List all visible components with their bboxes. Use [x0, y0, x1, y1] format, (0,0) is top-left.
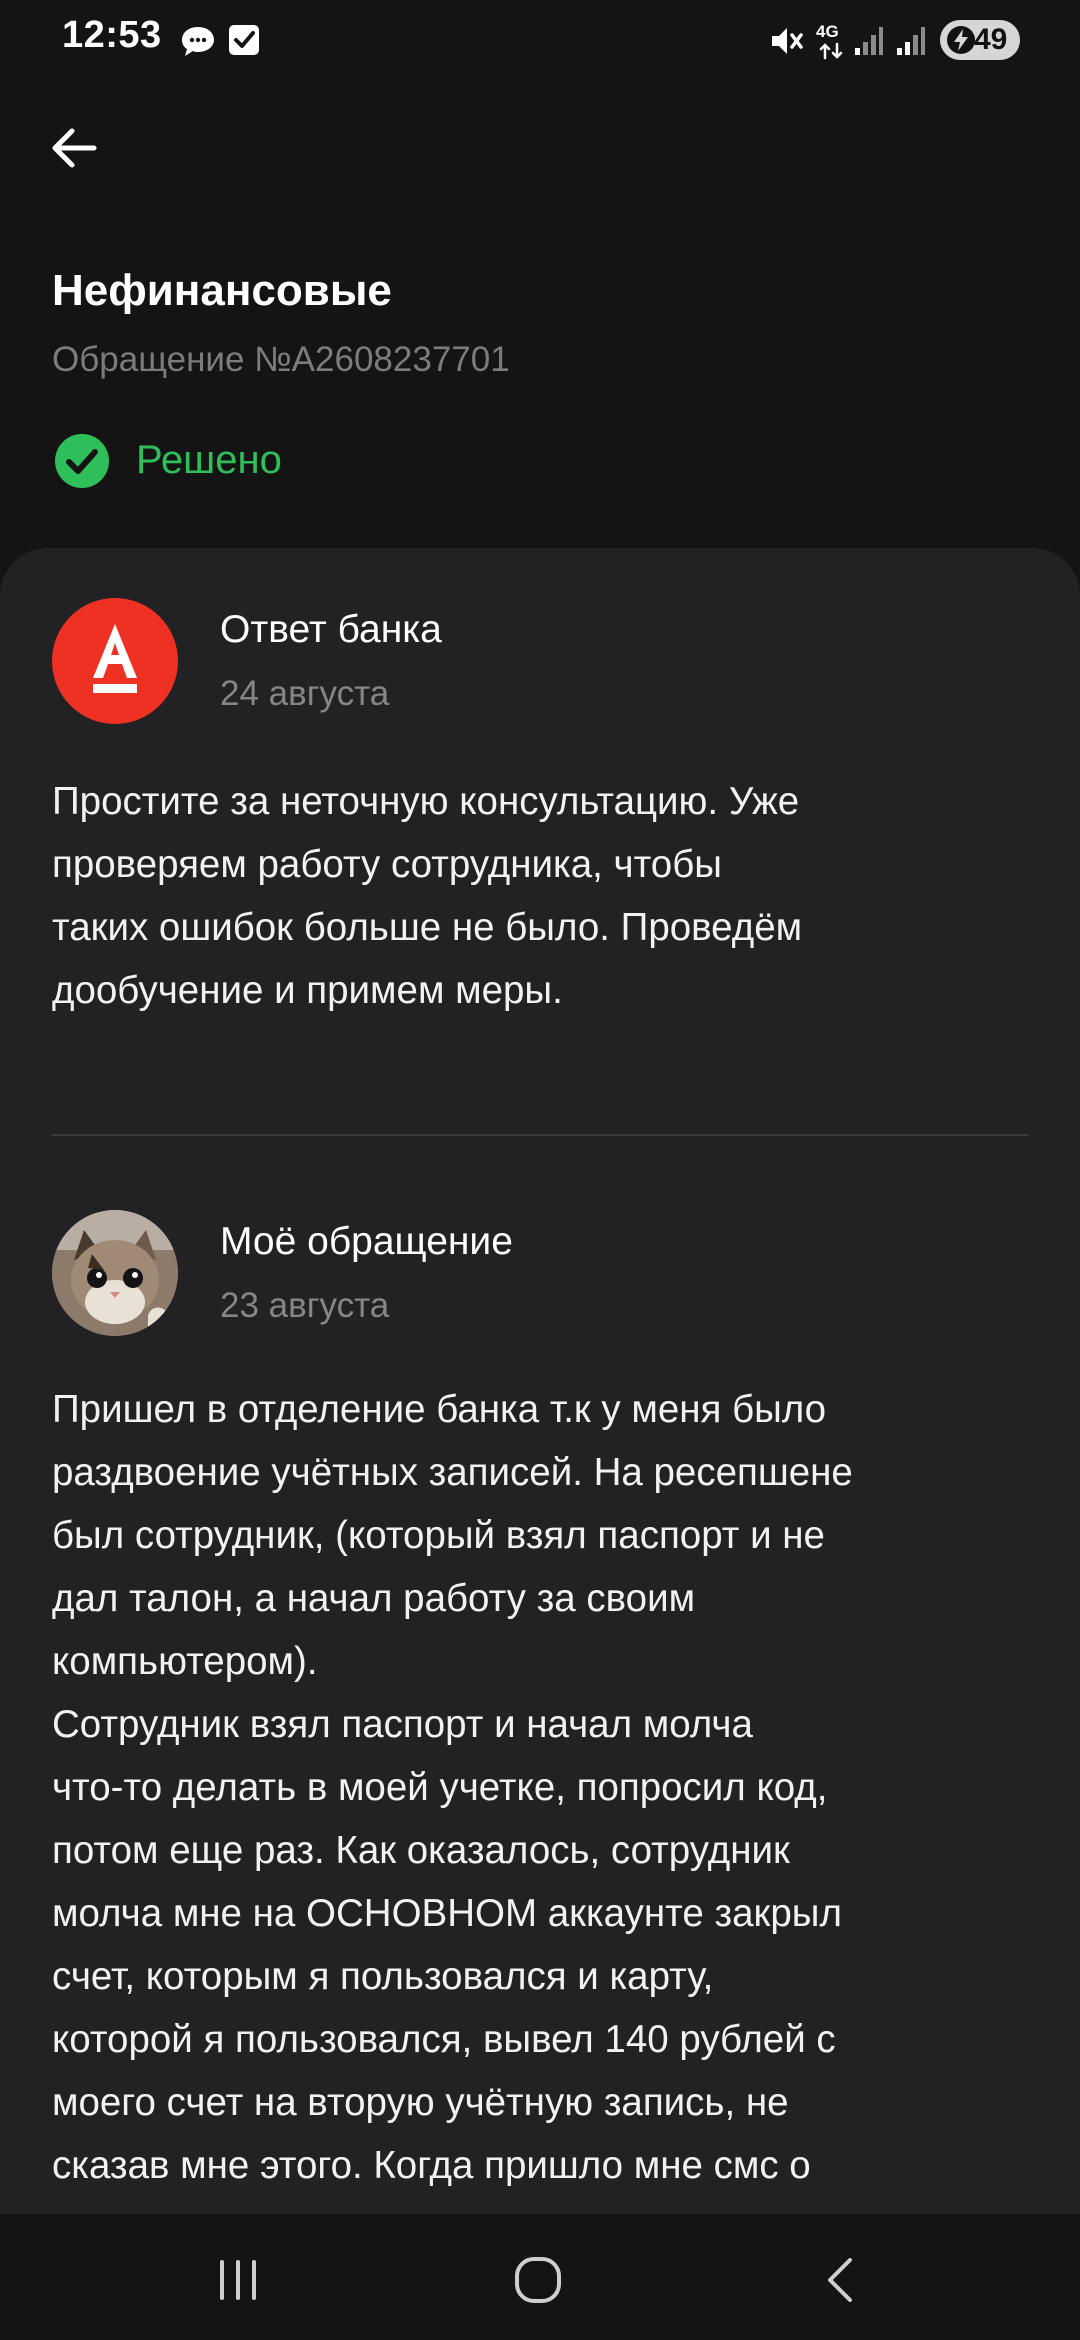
- message-line: Сотрудник взял паспорт и начал молча: [52, 1703, 753, 1746]
- message-line: сказав мне этого. Когда пришло мне смс о: [52, 2144, 811, 2187]
- cat-photo-icon: [52, 1210, 178, 1336]
- home-button[interactable]: [508, 2250, 568, 2310]
- message-author: Ответ банка: [220, 608, 442, 651]
- message-line: таких ошибок больше не было. Проведём: [52, 906, 803, 949]
- message-date: 23 августа: [220, 1286, 390, 1325]
- message-line: молча мне на ОСНОВНОМ аккаунте закрыл: [52, 1892, 842, 1935]
- home-icon: [515, 2257, 561, 2303]
- message-line: Простите за неточную консультацию. Уже: [52, 780, 800, 823]
- message-body: Простите за неточную консультацию. Уже п…: [52, 770, 1032, 1022]
- battery-level: 49: [974, 23, 1008, 56]
- network-label: 4G: [816, 22, 839, 41]
- signal-icon: [855, 27, 883, 55]
- status-time: 12:53: [62, 14, 162, 56]
- divider: [52, 1134, 1028, 1136]
- ticket-number: Обращение №A2608237701: [52, 340, 510, 379]
- recent-apps-icon: [220, 2260, 256, 2300]
- message-line: потом еще раз. Как оказалось, сотрудник: [52, 1829, 790, 1872]
- message-line: компьютером).: [52, 1640, 318, 1683]
- user-avatar: [52, 1210, 178, 1336]
- nav-back-button[interactable]: [812, 2250, 872, 2310]
- chat-bubble-icon: [182, 27, 214, 56]
- message-date: 24 августа: [220, 674, 390, 713]
- page-title: Нефинансовые: [52, 266, 392, 315]
- status-bar: 12:53 4G 49: [0, 0, 1080, 80]
- message-body: Пришел в отделение банка т.к у меня было…: [52, 1378, 1032, 2197]
- signal-icon: [897, 27, 925, 55]
- message-author: Моё обращение: [220, 1220, 513, 1263]
- check-circle-icon: [55, 434, 109, 488]
- bank-logo-icon: [93, 624, 137, 693]
- message-line: дообучение и примем меры.: [52, 969, 563, 1012]
- recent-apps-button[interactable]: [208, 2250, 268, 2310]
- message-line: был сотрудник, (который взял паспорт и н…: [52, 1514, 825, 1557]
- arrow-left-icon: [52, 128, 97, 168]
- back-button[interactable]: [44, 118, 104, 178]
- message-line: моего счет на вторую учётную запись, не: [52, 2081, 789, 2124]
- checkbox-icon: [229, 25, 259, 55]
- message-line: раздвоение учётных записей. На ресепшене: [52, 1451, 853, 1494]
- mute-icon: [772, 28, 803, 54]
- bank-avatar: [52, 598, 178, 724]
- status-label: Решено: [136, 438, 282, 482]
- message-line: которой я пользовался, вывел 140 рублей …: [52, 2018, 836, 2061]
- network-4g-icon: 4G: [816, 22, 846, 62]
- charging-bolt-icon: [947, 26, 975, 54]
- message-line: Пришел в отделение банка т.к у меня было: [52, 1388, 827, 1431]
- message-line: дал талон, а начал работу за своим: [52, 1577, 696, 1620]
- back-chevron-icon: [828, 2258, 852, 2302]
- message-line: счет, которым я пользовался и карту,: [52, 1955, 714, 1998]
- message-line: проверяем работу сотрудника, чтобы: [52, 843, 722, 886]
- message-line: что-то делать в моей учетке, попросил ко…: [52, 1766, 828, 1809]
- battery-indicator: 49: [940, 20, 1020, 60]
